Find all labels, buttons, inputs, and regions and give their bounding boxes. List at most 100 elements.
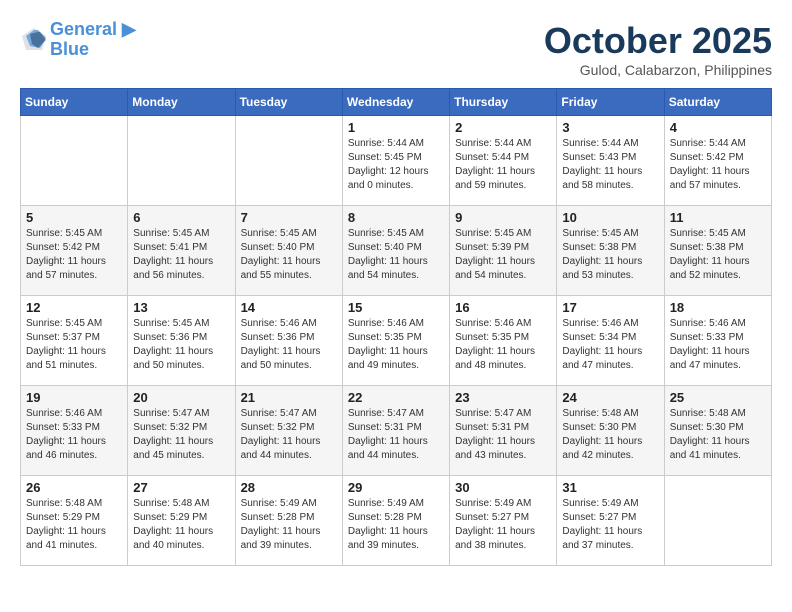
- calendar-cell: [235, 116, 342, 206]
- logo-text: General ▶ Blue: [50, 20, 136, 60]
- day-info: Sunrise: 5:44 AM Sunset: 5:43 PM Dayligh…: [562, 137, 658, 193]
- day-info: Sunrise: 5:47 AM Sunset: 5:32 PM Dayligh…: [241, 407, 337, 463]
- calendar-cell: 6Sunrise: 5:45 AM Sunset: 5:41 PM Daylig…: [128, 206, 235, 296]
- calendar-cell: 10 Sunrise: 5:45 AM Sunset: 5:38 PM Dayli…: [557, 206, 664, 296]
- calendar-cell: [664, 476, 771, 566]
- day-number: 14: [241, 300, 337, 315]
- title-block: October 2025 Gulod, Calabarzon, Philippi…: [544, 20, 772, 78]
- day-info: Sunrise: 5:48 AM Sunset: 5:30 PM Dayligh…: [562, 407, 658, 463]
- day-number: 22: [348, 390, 444, 405]
- day-info: Sunrise: 5:49 AM Sunset: 5:27 PM Dayligh…: [562, 497, 658, 553]
- calendar-cell: 15 Sunrise: 5:46 AM Sunset: 5:35 PM Dayli…: [342, 296, 449, 386]
- day-number: 12: [26, 300, 122, 315]
- logo: General ▶ Blue: [20, 20, 136, 60]
- day-number: 8: [348, 210, 444, 225]
- calendar-cell: 31 Sunrise: 5:49 AM Sunset: 5:27 PM Dayli…: [557, 476, 664, 566]
- day-info: Sunrise: 5:44 AM Sunset: 5:45 PM Dayligh…: [348, 137, 444, 193]
- week-row-2: 5Sunrise: 5:45 AM Sunset: 5:42 PM Daylig…: [21, 206, 772, 296]
- calendar-cell: 13 Sunrise: 5:45 AM Sunset: 5:36 PM Dayli…: [128, 296, 235, 386]
- day-info: Sunrise: 5:46 AM Sunset: 5:33 PM Dayligh…: [26, 407, 122, 463]
- day-number: 30: [455, 480, 551, 495]
- day-info: Sunrise: 5:46 AM Sunset: 5:33 PM Dayligh…: [670, 317, 766, 373]
- day-number: 20: [133, 390, 229, 405]
- day-info: Sunrise: 5:46 AM Sunset: 5:35 PM Dayligh…: [455, 317, 551, 373]
- day-number: 19: [26, 390, 122, 405]
- day-number: 7: [241, 210, 337, 225]
- calendar-table: SundayMondayTuesdayWednesdayThursdayFrid…: [20, 88, 772, 566]
- month-title: October 2025: [544, 20, 772, 62]
- day-info: Sunrise: 5:47 AM Sunset: 5:31 PM Dayligh…: [348, 407, 444, 463]
- day-number: 13: [133, 300, 229, 315]
- calendar-cell: 18Sunrise: 5:46 AM Sunset: 5:33 PM Dayli…: [664, 296, 771, 386]
- day-info: Sunrise: 5:46 AM Sunset: 5:34 PM Dayligh…: [562, 317, 658, 373]
- day-info: Sunrise: 5:47 AM Sunset: 5:31 PM Dayligh…: [455, 407, 551, 463]
- calendar-cell: 1 Sunrise: 5:44 AM Sunset: 5:45 PM Daylig…: [342, 116, 449, 206]
- day-info: Sunrise: 5:45 AM Sunset: 5:38 PM Dayligh…: [562, 227, 658, 283]
- calendar-cell: 14 Sunrise: 5:46 AM Sunset: 5:36 PM Dayli…: [235, 296, 342, 386]
- day-number: 23: [455, 390, 551, 405]
- day-number: 10: [562, 210, 658, 225]
- day-number: 31: [562, 480, 658, 495]
- header-tuesday: Tuesday: [235, 89, 342, 116]
- calendar-cell: 29Sunrise: 5:49 AM Sunset: 5:28 PM Dayli…: [342, 476, 449, 566]
- calendar-cell: 5Sunrise: 5:45 AM Sunset: 5:42 PM Daylig…: [21, 206, 128, 296]
- day-number: 28: [241, 480, 337, 495]
- calendar-cell: 9Sunrise: 5:45 AM Sunset: 5:39 PM Daylig…: [450, 206, 557, 296]
- calendar-cell: [128, 116, 235, 206]
- day-info: Sunrise: 5:47 AM Sunset: 5:32 PM Dayligh…: [133, 407, 229, 463]
- calendar-cell: [21, 116, 128, 206]
- calendar-cell: 20 Sunrise: 5:47 AM Sunset: 5:32 PM Dayli…: [128, 386, 235, 476]
- calendar-cell: 12 Sunrise: 5:45 AM Sunset: 5:37 PM Dayli…: [21, 296, 128, 386]
- day-info: Sunrise: 5:49 AM Sunset: 5:28 PM Dayligh…: [241, 497, 337, 553]
- week-row-5: 26 Sunrise: 5:48 AM Sunset: 5:29 PM Dayli…: [21, 476, 772, 566]
- day-info: Sunrise: 5:46 AM Sunset: 5:36 PM Dayligh…: [241, 317, 337, 373]
- day-info: Sunrise: 5:45 AM Sunset: 5:36 PM Dayligh…: [133, 317, 229, 373]
- calendar-cell: 2Sunrise: 5:44 AM Sunset: 5:44 PM Daylig…: [450, 116, 557, 206]
- week-row-3: 12 Sunrise: 5:45 AM Sunset: 5:37 PM Dayli…: [21, 296, 772, 386]
- day-number: 25: [670, 390, 766, 405]
- day-info: Sunrise: 5:44 AM Sunset: 5:42 PM Dayligh…: [670, 137, 766, 193]
- day-number: 11: [670, 210, 766, 225]
- day-info: Sunrise: 5:46 AM Sunset: 5:35 PM Dayligh…: [348, 317, 444, 373]
- calendar-cell: 30 Sunrise: 5:49 AM Sunset: 5:27 PM Dayli…: [450, 476, 557, 566]
- calendar-cell: 17 Sunrise: 5:46 AM Sunset: 5:34 PM Dayli…: [557, 296, 664, 386]
- header-monday: Monday: [128, 89, 235, 116]
- day-number: 26: [26, 480, 122, 495]
- header-friday: Friday: [557, 89, 664, 116]
- calendar-cell: 27Sunrise: 5:48 AM Sunset: 5:29 PM Dayli…: [128, 476, 235, 566]
- day-info: Sunrise: 5:45 AM Sunset: 5:37 PM Dayligh…: [26, 317, 122, 373]
- page-header: General ▶ Blue October 2025 Gulod, Calab…: [20, 20, 772, 78]
- day-info: Sunrise: 5:49 AM Sunset: 5:27 PM Dayligh…: [455, 497, 551, 553]
- calendar-cell: 23 Sunrise: 5:47 AM Sunset: 5:31 PM Dayli…: [450, 386, 557, 476]
- week-row-1: 1 Sunrise: 5:44 AM Sunset: 5:45 PM Daylig…: [21, 116, 772, 206]
- day-number: 15: [348, 300, 444, 315]
- calendar-cell: 8Sunrise: 5:45 AM Sunset: 5:40 PM Daylig…: [342, 206, 449, 296]
- calendar-cell: 21 Sunrise: 5:47 AM Sunset: 5:32 PM Dayli…: [235, 386, 342, 476]
- day-number: 21: [241, 390, 337, 405]
- calendar-cell: 7 Sunrise: 5:45 AM Sunset: 5:40 PM Daylig…: [235, 206, 342, 296]
- header-thursday: Thursday: [450, 89, 557, 116]
- logo-icon: [20, 26, 48, 54]
- day-number: 17: [562, 300, 658, 315]
- day-number: 1: [348, 120, 444, 135]
- calendar-cell: 11 Sunrise: 5:45 AM Sunset: 5:38 PM Dayli…: [664, 206, 771, 296]
- day-info: Sunrise: 5:48 AM Sunset: 5:29 PM Dayligh…: [26, 497, 122, 553]
- day-info: Sunrise: 5:44 AM Sunset: 5:44 PM Dayligh…: [455, 137, 551, 193]
- day-info: Sunrise: 5:45 AM Sunset: 5:38 PM Dayligh…: [670, 227, 766, 283]
- calendar-cell: 3 Sunrise: 5:44 AM Sunset: 5:43 PM Daylig…: [557, 116, 664, 206]
- calendar-cell: 4 Sunrise: 5:44 AM Sunset: 5:42 PM Daylig…: [664, 116, 771, 206]
- day-number: 4: [670, 120, 766, 135]
- header-wednesday: Wednesday: [342, 89, 449, 116]
- day-number: 24: [562, 390, 658, 405]
- day-number: 3: [562, 120, 658, 135]
- week-row-4: 19 Sunrise: 5:46 AM Sunset: 5:33 PM Dayli…: [21, 386, 772, 476]
- day-info: Sunrise: 5:48 AM Sunset: 5:30 PM Dayligh…: [670, 407, 766, 463]
- day-info: Sunrise: 5:45 AM Sunset: 5:40 PM Dayligh…: [241, 227, 337, 283]
- calendar-cell: 16Sunrise: 5:46 AM Sunset: 5:35 PM Dayli…: [450, 296, 557, 386]
- calendar-header-row: SundayMondayTuesdayWednesdayThursdayFrid…: [21, 89, 772, 116]
- day-number: 6: [133, 210, 229, 225]
- calendar-cell: 28 Sunrise: 5:49 AM Sunset: 5:28 PM Dayli…: [235, 476, 342, 566]
- day-info: Sunrise: 5:45 AM Sunset: 5:39 PM Dayligh…: [455, 227, 551, 283]
- calendar-cell: 22 Sunrise: 5:47 AM Sunset: 5:31 PM Dayli…: [342, 386, 449, 476]
- calendar-cell: 24 Sunrise: 5:48 AM Sunset: 5:30 PM Dayli…: [557, 386, 664, 476]
